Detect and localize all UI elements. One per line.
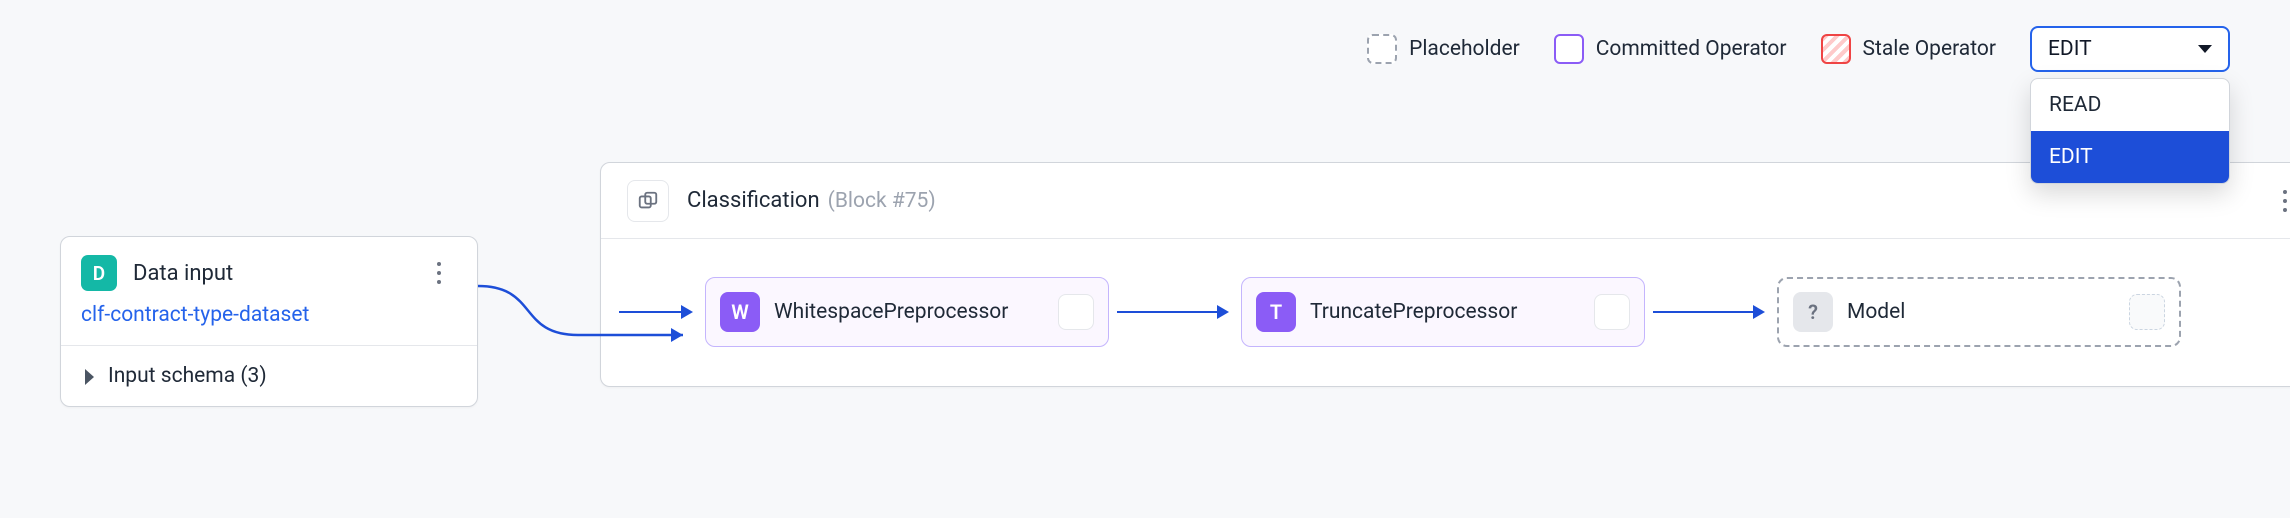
connector-data-to-block — [478, 264, 678, 394]
committed-swatch-icon — [1554, 34, 1584, 64]
node-label: TruncatePreprocessor — [1310, 300, 1580, 324]
legend-committed-label: Committed Operator — [1596, 37, 1787, 61]
caret-down-icon — [2198, 45, 2212, 53]
node-truncate-preprocessor[interactable]: T TruncatePreprocessor — [1241, 277, 1645, 347]
mode-dropdown-selected: EDIT — [2048, 37, 2092, 61]
node-icon: W — [720, 292, 760, 332]
node-icon: ? — [1793, 292, 1833, 332]
data-input-dataset-link[interactable]: clf-contract-type-dataset — [81, 303, 309, 327]
block-type-icon — [627, 180, 669, 222]
node-menu-button[interactable] — [1594, 294, 1630, 330]
data-input-schema-label: Input schema (3) — [108, 364, 267, 388]
arrow-head-icon — [681, 305, 693, 319]
chevron-right-icon — [85, 369, 94, 385]
mode-option-read[interactable]: READ — [2031, 79, 2229, 131]
nodes-row: W WhitespacePreprocessor T TruncatePrepr… — [601, 239, 2290, 387]
legend-bar: Placeholder Committed Operator Stale Ope… — [0, 26, 2230, 72]
classification-block: Classification (Block #75) W WhitespaceP… — [600, 162, 2290, 387]
node-model-placeholder[interactable]: ? Model — [1777, 277, 2181, 347]
mode-option-edit[interactable]: EDIT — [2031, 131, 2229, 183]
block-subtitle: (Block #75) — [828, 189, 936, 213]
legend-placeholder-label: Placeholder — [1409, 37, 1520, 61]
legend-stale: Stale Operator — [1821, 34, 1996, 64]
mode-dropdown-menu: READ EDIT — [2030, 78, 2230, 184]
legend-stale-label: Stale Operator — [1863, 37, 1996, 61]
arrow-line — [1117, 311, 1217, 313]
legend-placeholder: Placeholder — [1367, 34, 1520, 64]
data-input-icon: D — [81, 255, 117, 291]
node-label: Model — [1847, 300, 2115, 324]
mode-dropdown[interactable]: EDIT READ EDIT — [2030, 26, 2230, 72]
data-input-dataset[interactable]: clf-contract-type-dataset — [61, 299, 477, 345]
stale-swatch-icon — [1821, 34, 1851, 64]
node-menu-button[interactable] — [1058, 294, 1094, 330]
node-whitespace-preprocessor[interactable]: W WhitespacePreprocessor — [705, 277, 1109, 347]
block-menu-button[interactable] — [2267, 183, 2290, 219]
data-input-title: Data input — [133, 261, 421, 286]
mode-dropdown-trigger[interactable]: EDIT — [2030, 26, 2230, 72]
data-input-card: D Data input clf-contract-type-dataset I… — [60, 236, 478, 407]
block-title: Classification — [687, 188, 820, 213]
node-icon: T — [1256, 292, 1296, 332]
arrow-line — [1653, 311, 1753, 313]
node-label: WhitespacePreprocessor — [774, 300, 1044, 324]
placeholder-swatch-icon — [1367, 34, 1397, 64]
data-input-schema-toggle[interactable]: Input schema (3) — [61, 345, 477, 406]
legend-committed: Committed Operator — [1554, 34, 1787, 64]
node-menu-button[interactable] — [2129, 294, 2165, 330]
data-input-menu-button[interactable] — [421, 255, 457, 291]
data-input-header: D Data input — [61, 237, 477, 299]
arrow-head-icon — [1753, 305, 1765, 319]
arrow-head-icon — [1217, 305, 1229, 319]
